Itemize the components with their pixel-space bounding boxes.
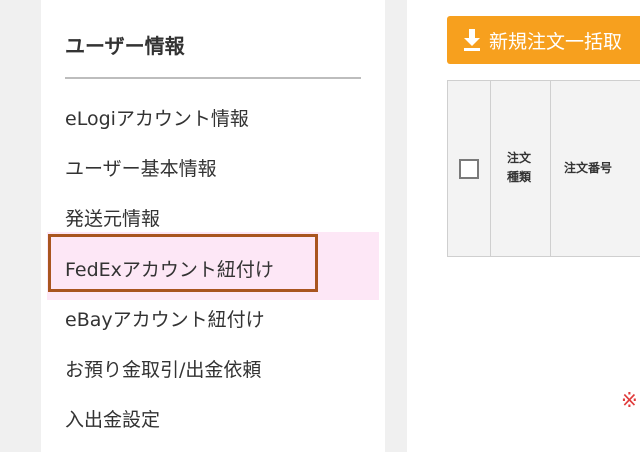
sidebar-item-ebay-link[interactable]: eBayアカウント紐付け — [65, 305, 265, 332]
page: ユーザー情報 eLogiアカウント情報 ユーザー基本情報 発送元情報 FedEx… — [0, 0, 640, 452]
column-header-order-type-line1: 注文 — [506, 151, 531, 165]
sidebar-item-deposit-settings[interactable]: 入出金設定 — [65, 405, 160, 432]
sidebar-title: ユーザー情報 — [65, 34, 185, 58]
bulk-order-download-button[interactable]: 新規注文一括取 — [447, 16, 640, 64]
main-content: 新規注文一括取 注文 種類 注文番号 ※ — [407, 0, 640, 452]
sidebar-item-sender-info[interactable]: 発送元情報 — [65, 204, 160, 231]
notice-mark: ※ — [621, 388, 638, 412]
order-table-header: 注文 種類 注文番号 — [447, 80, 640, 257]
column-header-order-type-line2: 種類 — [506, 170, 531, 184]
sidebar-item-deposit-withdrawal[interactable]: お預り金取引/出金依頼 — [65, 355, 261, 382]
column-divider — [490, 81, 491, 256]
sidebar-item-fedex-link[interactable]: FedExアカウント紐付け — [65, 255, 274, 282]
select-all-checkbox[interactable] — [459, 159, 479, 179]
column-header-order-type[interactable]: 注文 種類 — [504, 149, 534, 187]
bulk-order-download-label: 新規注文一括取 — [489, 30, 623, 53]
sidebar: ユーザー情報 eLogiアカウント情報 ユーザー基本情報 発送元情報 FedEx… — [41, 0, 385, 452]
column-divider — [550, 81, 551, 256]
sidebar-item-elogi-account[interactable]: eLogiアカウント情報 — [65, 104, 249, 131]
sidebar-divider — [65, 77, 361, 79]
download-icon — [464, 29, 480, 51]
sidebar-item-user-basic-info[interactable]: ユーザー基本情報 — [65, 154, 217, 181]
column-header-order-number[interactable]: 注文番号 — [564, 159, 612, 178]
